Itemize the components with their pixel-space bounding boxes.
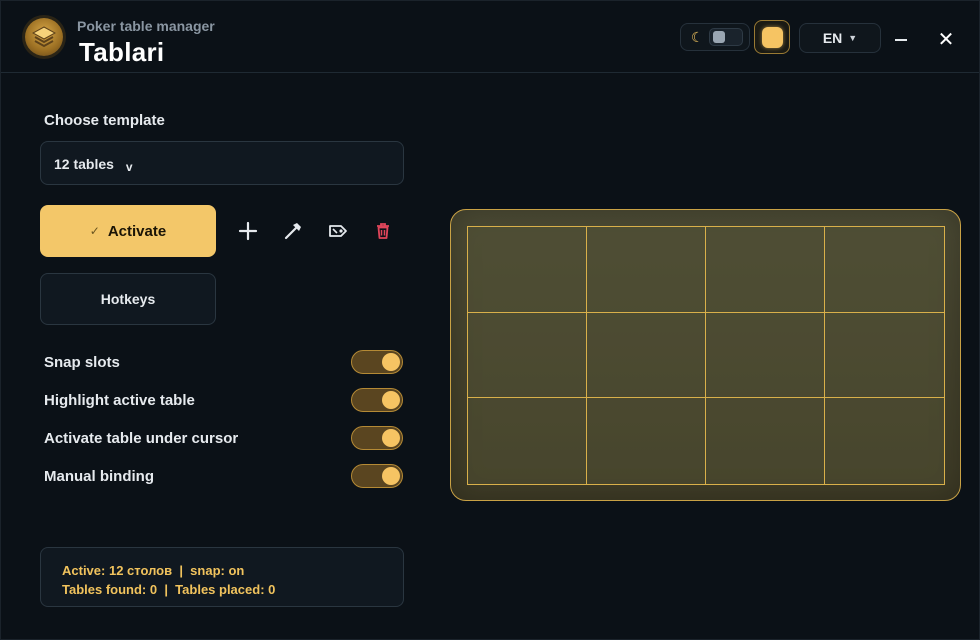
app-title: Tablari	[79, 37, 165, 67]
layers-icon	[32, 26, 56, 48]
status-line-tables: Tables found: 0 | Tables placed: 0	[62, 582, 276, 597]
toggle-label: Manual binding	[44, 468, 154, 485]
table-slot[interactable]	[706, 398, 825, 484]
minimize-button[interactable]	[891, 27, 911, 51]
app-subtitle: Poker table manager	[77, 18, 215, 34]
toggle-row-activate-under-cursor: Activate table under cursor	[44, 426, 404, 452]
caret-down-icon: ▼	[848, 33, 858, 43]
table-grid	[467, 226, 945, 485]
table-slot[interactable]	[468, 398, 587, 484]
tag-icon	[329, 225, 347, 237]
language-select[interactable]: EN ▼	[799, 23, 881, 53]
table-slot[interactable]	[825, 312, 944, 399]
table-slot[interactable]	[468, 312, 587, 399]
edit-template-button[interactable]	[281, 219, 305, 243]
moon-icon: ☾	[691, 29, 704, 45]
table-slot[interactable]	[587, 398, 706, 484]
manual-binding-switch[interactable]	[351, 464, 403, 488]
toggle-row-manual-binding: Manual binding	[44, 464, 404, 490]
activate-under-cursor-switch[interactable]	[351, 426, 403, 450]
switch-knob	[382, 353, 400, 371]
hammer-icon	[284, 223, 301, 240]
template-selected-value: 12 tables	[54, 156, 114, 172]
sun-icon	[762, 27, 783, 48]
toggle-label: Snap slots	[44, 354, 120, 371]
switch-knob	[382, 429, 400, 447]
light-theme-button[interactable]	[754, 20, 790, 54]
highlight-active-switch[interactable]	[351, 388, 403, 412]
app-window: Poker table manager Tablari ☾ EN ▼ ✕ Cho…	[0, 0, 980, 640]
close-button[interactable]: ✕	[935, 29, 957, 51]
toggle-row-highlight-active: Highlight active table	[44, 388, 404, 414]
trash-icon	[377, 223, 389, 239]
chevron-down-icon: v	[125, 160, 133, 174]
rename-template-button[interactable]	[326, 219, 350, 243]
theme-switch[interactable]	[709, 28, 743, 46]
template-label: Choose template	[44, 112, 165, 129]
delete-template-button[interactable]	[371, 219, 395, 243]
activate-button[interactable]: ✓ Activate	[40, 205, 216, 257]
switch-knob	[382, 467, 400, 485]
snap-slots-switch[interactable]	[351, 350, 403, 374]
activate-label: Activate	[107, 222, 167, 240]
hotkeys-button[interactable]: Hotkeys	[40, 273, 216, 325]
table-slot[interactable]	[587, 227, 706, 313]
theme-toggle[interactable]: ☾	[680, 23, 750, 51]
app-logo	[25, 18, 63, 56]
layout-preview	[450, 209, 961, 501]
table-slot[interactable]	[825, 227, 944, 313]
toggle-label: Activate table under cursor	[44, 430, 239, 447]
toggle-label: Highlight active table	[44, 392, 195, 409]
table-slot[interactable]	[468, 227, 587, 313]
status-panel: Active: 12 столов | snap: on Tables foun…	[40, 547, 404, 607]
table-slot[interactable]	[706, 312, 825, 399]
hotkeys-label: Hotkeys	[100, 291, 156, 307]
minimize-icon	[895, 39, 907, 41]
table-slot[interactable]	[706, 227, 825, 313]
theme-switch-knob	[713, 31, 725, 43]
table-slot[interactable]	[587, 312, 706, 399]
title-bar: Poker table manager Tablari ☾ EN ▼ ✕	[1, 1, 979, 73]
add-template-button[interactable]	[236, 219, 260, 243]
table-slot[interactable]	[825, 398, 944, 484]
toggle-row-snap-slots: Snap slots	[44, 350, 404, 376]
template-select[interactable]: 12 tables v	[40, 141, 404, 185]
status-line-active: Active: 12 столов | snap: on	[62, 563, 245, 578]
switch-knob	[382, 391, 400, 409]
plus-icon	[238, 221, 258, 241]
language-label: EN	[822, 30, 843, 46]
check-icon: ✓	[89, 224, 100, 238]
